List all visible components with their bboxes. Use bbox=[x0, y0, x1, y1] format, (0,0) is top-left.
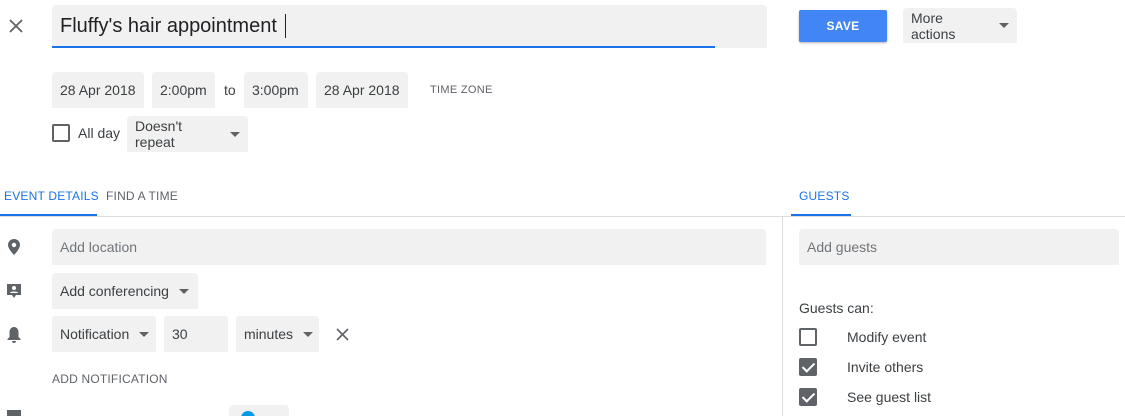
repeat-label: Doesn't repeat bbox=[135, 118, 183, 150]
start-date-text: 28 Apr 2018 bbox=[60, 82, 136, 98]
notification-type-dropdown[interactable]: Notification bbox=[52, 316, 156, 352]
permission-label-see-guest-list: See guest list bbox=[847, 389, 932, 405]
repeat-dropdown[interactable]: Doesn't repeat bbox=[127, 116, 248, 152]
tab-event-details[interactable]: EVENT DETAILS bbox=[4, 189, 99, 203]
start-time-field[interactable]: 2:00pm bbox=[152, 72, 215, 108]
end-date-field[interactable]: 28 Apr 2018 bbox=[316, 72, 408, 108]
end-time-text: 3:00pm bbox=[252, 82, 299, 98]
remove-notification-icon[interactable] bbox=[336, 328, 349, 341]
permission-label-invite-others: Invite others bbox=[847, 359, 924, 375]
all-day-checkbox[interactable] bbox=[52, 124, 70, 142]
location-pin-icon bbox=[8, 239, 20, 255]
column-divider bbox=[782, 217, 783, 416]
color-dot bbox=[241, 411, 255, 416]
tab-guests[interactable]: GUESTS bbox=[799, 189, 850, 203]
start-date-field[interactable]: 28 Apr 2018 bbox=[52, 72, 144, 108]
calendar-color-chip[interactable] bbox=[229, 405, 289, 416]
bell-icon bbox=[7, 327, 21, 343]
permission-label-modify-event: Modify event bbox=[847, 329, 927, 345]
notification-type-label: Notification bbox=[60, 326, 130, 342]
to-label: to bbox=[224, 82, 236, 98]
end-time-field[interactable]: 3:00pm bbox=[244, 72, 308, 108]
end-date-text: 28 Apr 2018 bbox=[324, 82, 400, 98]
notification-unit-dropdown[interactable]: minutes bbox=[236, 316, 319, 352]
save-button-label: SAVE bbox=[826, 19, 860, 33]
time-zone-button[interactable]: TIME ZONE bbox=[430, 84, 493, 96]
close-icon[interactable] bbox=[8, 18, 24, 34]
text-cursor bbox=[285, 14, 286, 38]
event-title-text: Fluffy's hair appointment bbox=[60, 15, 277, 37]
add-notification-button[interactable]: ADD NOTIFICATION bbox=[52, 372, 168, 386]
start-time-text: 2:00pm bbox=[160, 82, 207, 98]
add-guests-placeholder: Add guests bbox=[807, 239, 878, 255]
permission-checkbox-see-guest-list[interactable] bbox=[799, 388, 817, 406]
notification-value-text: 30 bbox=[172, 326, 188, 342]
conferencing-label: Add conferencing bbox=[60, 283, 169, 299]
chevron-down-icon bbox=[230, 131, 240, 137]
tabs-divider bbox=[0, 216, 1125, 217]
tab-find-a-time[interactable]: FIND A TIME bbox=[106, 189, 178, 203]
more-actions-label: More actions bbox=[911, 9, 956, 42]
calendar-icon bbox=[7, 410, 21, 416]
guests-can-label: Guests can: bbox=[799, 300, 874, 316]
chevron-down-icon bbox=[178, 288, 189, 294]
notification-value-input[interactable]: 30 bbox=[164, 316, 228, 352]
notification-unit-label: minutes bbox=[244, 326, 294, 342]
more-actions-dropdown[interactable]: More actions bbox=[903, 8, 1017, 43]
add-guests-input[interactable]: Add guests bbox=[799, 229, 1119, 265]
conferencing-icon bbox=[7, 284, 21, 298]
title-underline bbox=[52, 46, 715, 48]
all-day-label: All day bbox=[78, 125, 121, 141]
chevron-down-icon bbox=[303, 331, 314, 337]
permission-checkbox-invite-others[interactable] bbox=[799, 358, 817, 376]
location-input[interactable]: Add location bbox=[52, 229, 766, 265]
chevron-down-icon bbox=[139, 331, 150, 337]
event-title-field[interactable]: Fluffy's hair appointment bbox=[52, 5, 767, 48]
add-conferencing-dropdown[interactable]: Add conferencing bbox=[52, 273, 198, 309]
chevron-down-icon bbox=[999, 23, 1009, 28]
save-button[interactable]: SAVE bbox=[799, 10, 887, 42]
permission-checkbox-modify-event[interactable] bbox=[799, 328, 817, 346]
location-placeholder: Add location bbox=[60, 239, 138, 255]
